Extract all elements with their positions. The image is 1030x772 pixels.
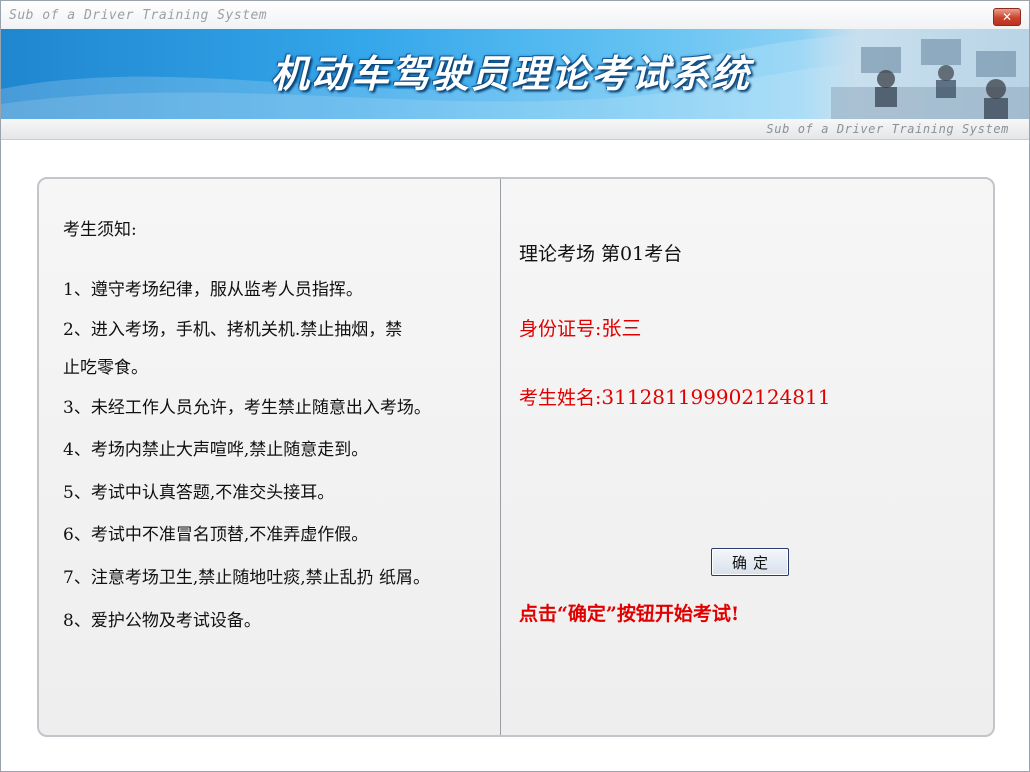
banner-exam-room-photo — [801, 29, 1029, 119]
confirm-button[interactable]: 确定 — [711, 548, 789, 576]
app-window: Sub of a Driver Training System ✕ 机动车驾驶员… — [0, 0, 1030, 772]
exam-room-label: 理论考场 第01考台 — [519, 243, 683, 265]
rule-item: 8、爱护公物及考试设备。 — [63, 611, 261, 631]
candidate-name-row: 考生姓名:311281199902124811 — [519, 383, 830, 410]
system-title: 机动车驾驶员理论考试系统 — [271, 51, 752, 96]
candidate-name-label: 考生姓名: — [519, 387, 602, 409]
rule-item: 1、遵守考场纪律，服从监考人员指挥。 — [63, 280, 363, 300]
rule-item: 7、注意考场卫生,禁止随地吐痰,禁止乱扔 纸屑。 — [63, 568, 431, 588]
window-title: Sub of a Driver Training System — [9, 8, 268, 23]
id-number-row: 身份证号:张三 — [519, 312, 641, 341]
start-hint: 点击“确定”按钮开始考试! — [519, 603, 740, 625]
close-icon: ✕ — [1001, 10, 1013, 24]
rule-item: 止吃零食。 — [63, 358, 148, 378]
rule-item: 6、考试中不准冒名顶替,不准弄虚作假。 — [63, 525, 369, 545]
sub-header-text: Sub of a Driver Training System — [766, 122, 1009, 136]
main-panel: 考生须知: 1、遵守考场纪律，服从监考人员指挥。 2、进入考场，手机、拷机关机.… — [37, 177, 995, 737]
title-bar: Sub of a Driver Training System ✕ — [1, 1, 1029, 29]
candidate-name-value: 311281199902124811 — [601, 385, 831, 409]
close-button[interactable]: ✕ — [993, 8, 1021, 26]
people-icon — [831, 39, 1029, 119]
rule-item: 2、进入考场，手机、拷机关机.禁止抽烟，禁 — [63, 320, 403, 340]
sub-header-bar: Sub of a Driver Training System — [1, 119, 1029, 140]
rule-item: 5、考试中认真答题,不准交头接耳。 — [63, 483, 335, 503]
rule-item: 3、未经工作人员允许，考生禁止随意出入考场。 — [63, 398, 431, 418]
id-number-label: 身份证号: — [519, 318, 602, 340]
id-number-value: 张三 — [601, 316, 642, 340]
header-banner: 机动车驾驶员理论考试系统 — [1, 29, 1029, 119]
rule-item: 4、考场内禁止大声喧哗,禁止随意走到。 — [63, 440, 369, 460]
notice-heading: 考生须知: — [63, 220, 137, 240]
